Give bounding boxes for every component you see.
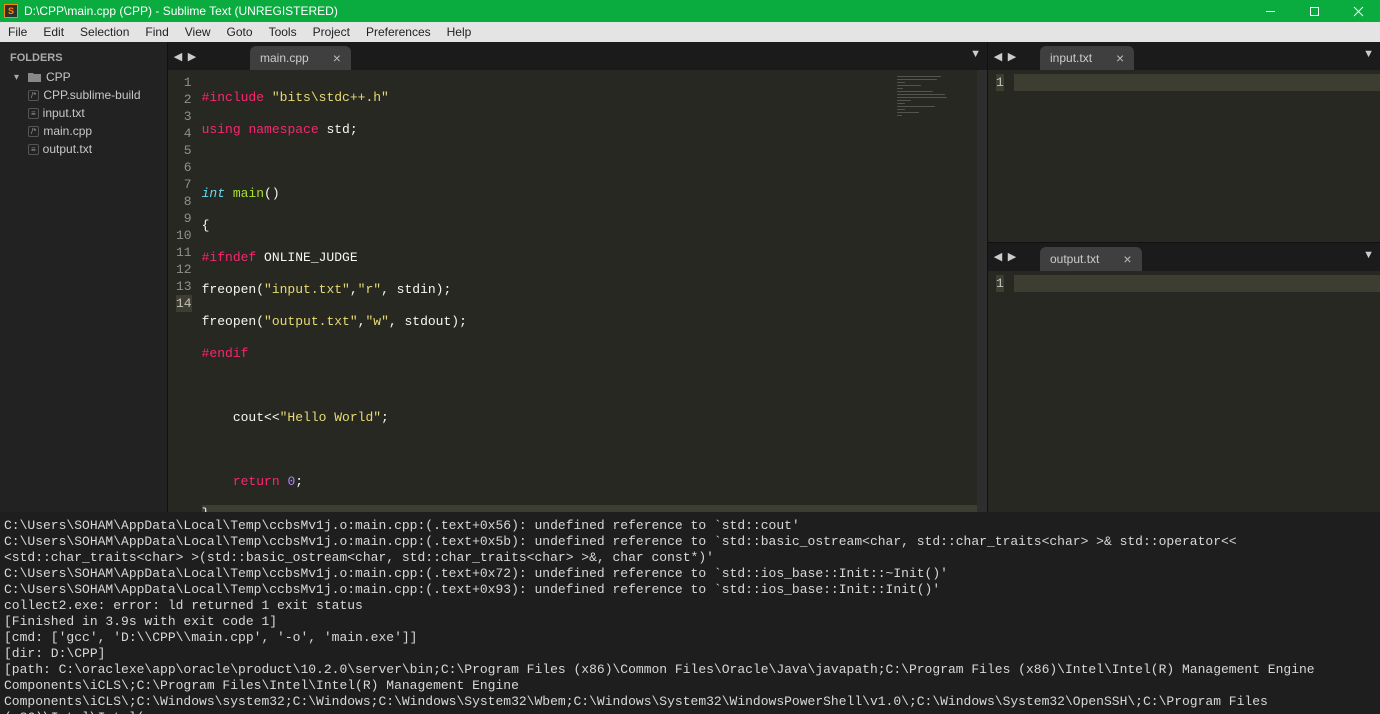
- window-controls: [1248, 0, 1380, 22]
- menu-tools[interactable]: Tools: [261, 23, 305, 41]
- folder-icon: [26, 72, 42, 83]
- folder-tree: ▾ CPP /* CPP.sublime-build ≡ input.txt /…: [0, 68, 167, 158]
- tree-folder-label: CPP: [46, 70, 71, 84]
- minimap[interactable]: [897, 76, 977, 116]
- nav-back-icon[interactable]: ◀: [172, 50, 184, 63]
- menu-project[interactable]: Project: [305, 23, 358, 41]
- menu-view[interactable]: View: [177, 23, 219, 41]
- tree-file-label: main.cpp: [43, 124, 92, 138]
- build-output-panel[interactable]: C:\Users\SOHAM\AppData\Local\Temp\ccbsMv…: [0, 512, 1380, 714]
- editor-group-right: ◀ ▶ input.txt × ▼ 1: [988, 42, 1380, 512]
- tab-strip: ◀ ▶ output.txt × ▼: [988, 243, 1380, 271]
- menu-file[interactable]: File: [0, 23, 35, 41]
- menu-find[interactable]: Find: [137, 23, 176, 41]
- close-icon[interactable]: ×: [1116, 50, 1124, 66]
- editor-group-right-bottom: ◀ ▶ output.txt × ▼ 1: [988, 243, 1380, 512]
- minimize-button[interactable]: [1248, 0, 1292, 22]
- code-area[interactable]: [1014, 70, 1380, 242]
- window-title: D:\CPP\main.cpp (CPP) - Sublime Text (UN…: [24, 4, 1248, 18]
- tab-main-cpp[interactable]: main.cpp ×: [250, 46, 351, 70]
- scrollbar-vertical[interactable]: [977, 70, 987, 512]
- close-window-button[interactable]: [1336, 0, 1380, 22]
- editor-groups: ◀ ▶ main.cpp × ▼ 1 2 3 4 5 6 7 8: [168, 42, 1380, 512]
- tree-file[interactable]: ≡ input.txt: [10, 104, 167, 122]
- tree-file[interactable]: /* CPP.sublime-build: [10, 86, 167, 104]
- title-bar: S D:\CPP\main.cpp (CPP) - Sublime Text (…: [0, 0, 1380, 22]
- tab-label: main.cpp: [260, 51, 309, 65]
- tab-nav: ◀ ▶: [992, 42, 1018, 70]
- tab-strip: ◀ ▶ input.txt × ▼: [988, 42, 1380, 70]
- editor-input-txt[interactable]: 1: [988, 70, 1380, 242]
- menu-bar: File Edit Selection Find View Goto Tools…: [0, 22, 1380, 42]
- nav-forward-icon[interactable]: ▶: [1006, 250, 1018, 263]
- tree-file-label: output.txt: [43, 142, 92, 156]
- tab-label: output.txt: [1050, 252, 1099, 266]
- sidebar: FOLDERS ▾ CPP /* CPP.sublime-build ≡ inp…: [0, 42, 168, 512]
- menu-edit[interactable]: Edit: [35, 23, 72, 41]
- nav-back-icon[interactable]: ◀: [992, 250, 1004, 263]
- editor-group-left: ◀ ▶ main.cpp × ▼ 1 2 3 4 5 6 7 8: [168, 42, 988, 512]
- code-area[interactable]: #include "bits\stdc++.h" using namespace…: [202, 70, 987, 512]
- menu-help[interactable]: Help: [439, 23, 480, 41]
- editor-group-right-top: ◀ ▶ input.txt × ▼ 1: [988, 42, 1380, 243]
- tree-file-label: CPP.sublime-build: [43, 88, 140, 102]
- editor-output-txt[interactable]: 1: [988, 271, 1380, 512]
- menu-goto[interactable]: Goto: [219, 23, 261, 41]
- file-icon: ≡: [28, 108, 39, 119]
- file-icon: /*: [28, 126, 39, 137]
- tree-file-label: input.txt: [43, 106, 85, 120]
- gutter: 1: [988, 271, 1014, 512]
- maximize-button[interactable]: [1292, 0, 1336, 22]
- tree-folder-root[interactable]: ▾ CPP: [10, 68, 167, 86]
- close-icon[interactable]: ×: [1123, 251, 1131, 267]
- gutter: 1: [988, 70, 1014, 242]
- file-icon: /*: [28, 90, 39, 101]
- file-icon: ≡: [28, 144, 39, 155]
- tab-input-txt[interactable]: input.txt ×: [1040, 46, 1134, 70]
- nav-forward-icon[interactable]: ▶: [1006, 50, 1018, 63]
- main-row: FOLDERS ▾ CPP /* CPP.sublime-build ≡ inp…: [0, 42, 1380, 512]
- tab-nav: ◀ ▶: [992, 243, 1018, 271]
- editor-main-cpp[interactable]: 1 2 3 4 5 6 7 8 9 10 11 12 13 14 #includ…: [168, 70, 987, 512]
- menu-preferences[interactable]: Preferences: [358, 23, 439, 41]
- app-icon: S: [4, 4, 18, 18]
- tab-output-txt[interactable]: output.txt ×: [1040, 247, 1142, 271]
- tab-overflow-icon[interactable]: ▼: [1363, 249, 1374, 261]
- chevron-down-icon: ▾: [14, 72, 24, 83]
- tab-overflow-icon[interactable]: ▼: [970, 48, 981, 60]
- nav-back-icon[interactable]: ◀: [992, 50, 1004, 63]
- tab-label: input.txt: [1050, 51, 1092, 65]
- nav-forward-icon[interactable]: ▶: [186, 50, 198, 63]
- sidebar-header: FOLDERS: [0, 48, 167, 68]
- tab-strip: ◀ ▶ main.cpp × ▼: [168, 42, 987, 70]
- tab-overflow-icon[interactable]: ▼: [1363, 48, 1374, 60]
- tab-nav: ◀ ▶: [172, 42, 198, 70]
- tree-file[interactable]: ≡ output.txt: [10, 140, 167, 158]
- menu-selection[interactable]: Selection: [72, 23, 137, 41]
- code-area[interactable]: [1014, 271, 1380, 512]
- close-icon[interactable]: ×: [333, 50, 341, 66]
- tree-file[interactable]: /* main.cpp: [10, 122, 167, 140]
- gutter: 1 2 3 4 5 6 7 8 9 10 11 12 13 14: [168, 70, 202, 512]
